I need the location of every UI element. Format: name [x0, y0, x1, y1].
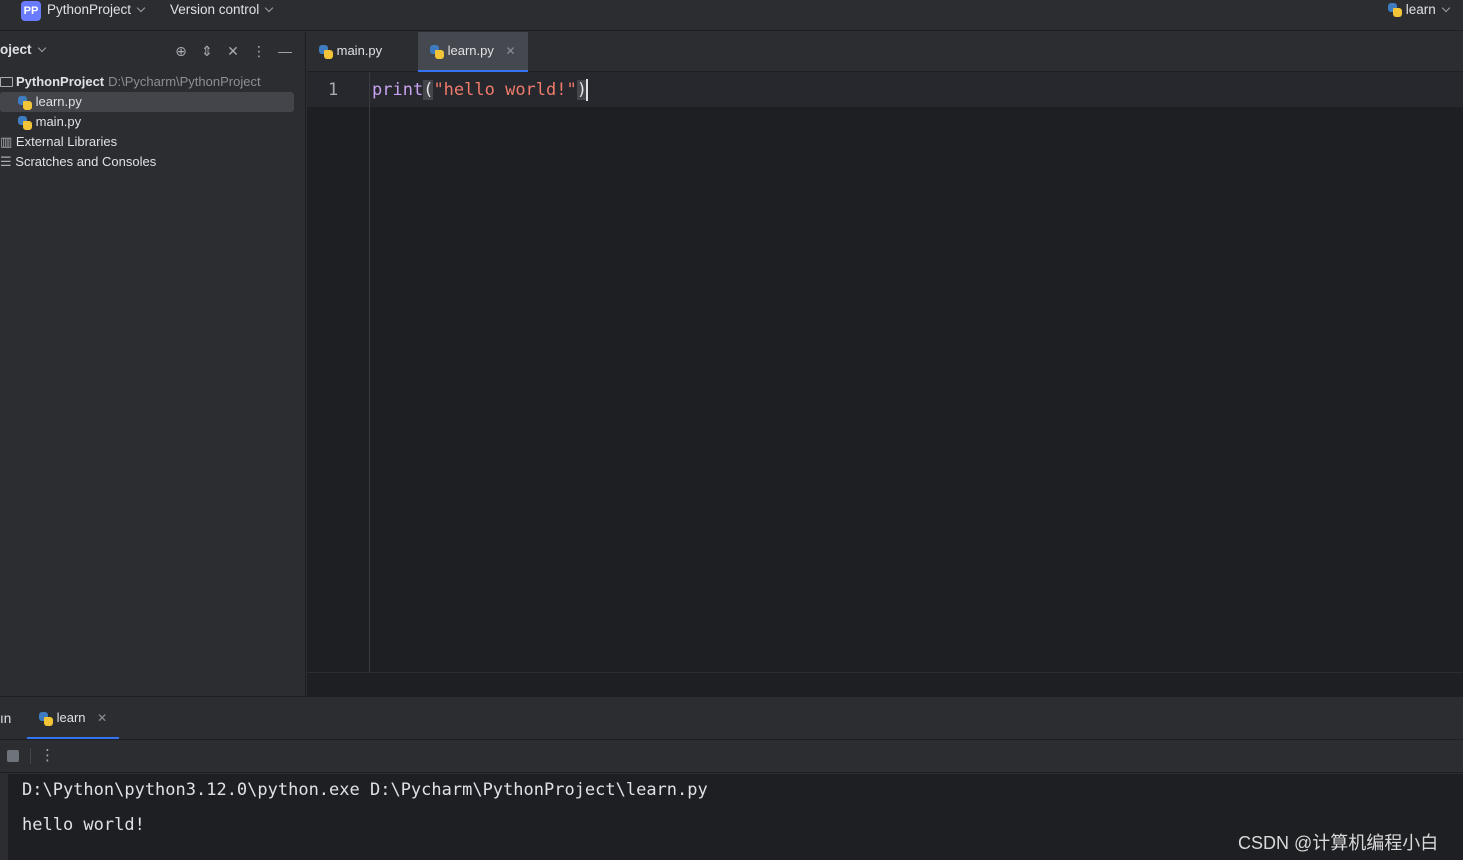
- tree-scratches[interactable]: ☰ Scratches and Consoles: [0, 152, 294, 172]
- project-badge[interactable]: PP: [21, 1, 41, 21]
- project-panel: oject ⊕ ⇕ ✕ ⋮ — PythonProject D:\Pycharm\…: [0, 32, 306, 696]
- run-tab-label: learn: [56, 710, 86, 725]
- run-config-label: learn: [1405, 2, 1436, 17]
- chevron-down-icon: [1441, 3, 1451, 13]
- more-vertical-icon[interactable]: ⋮: [250, 42, 268, 60]
- code-string: "hello world!": [433, 80, 577, 100]
- folder-icon: [0, 76, 13, 87]
- python-file-icon: [18, 115, 32, 130]
- chevron-down-icon: [136, 3, 146, 13]
- project-panel-title[interactable]: oject: [0, 42, 46, 57]
- run-config-selector[interactable]: learn: [1388, 2, 1451, 18]
- python-file-icon: [1388, 3, 1402, 18]
- root-path: D:\Pycharm\PythonProject: [108, 74, 261, 89]
- tree-external-libraries[interactable]: ▥ External Libraries: [0, 132, 294, 152]
- external-libraries-label: External Libraries: [15, 134, 118, 149]
- python-file-icon: [319, 44, 333, 59]
- tab-label: learn.py: [447, 43, 494, 58]
- more-vertical-icon[interactable]: ⋮: [40, 746, 55, 764]
- code-line[interactable]: print("hello world!"): [372, 79, 588, 101]
- project-selector[interactable]: PythonProject: [47, 2, 146, 17]
- code-open-paren: (: [423, 80, 434, 100]
- python-file-icon: [39, 711, 53, 726]
- toolbar-divider: [30, 748, 31, 764]
- tree-root[interactable]: PythonProject D:\Pycharm\PythonProject: [0, 72, 294, 92]
- collapse-icon[interactable]: ✕: [224, 42, 242, 60]
- version-control-menu[interactable]: Version control: [170, 2, 274, 17]
- console-output-line: hello world!: [22, 815, 145, 835]
- text-cursor: [585, 79, 588, 101]
- crosshair-icon[interactable]: ⊕: [172, 42, 190, 60]
- tree-file-main[interactable]: main.py: [0, 112, 294, 132]
- editor-tab-bar: main.py learn.py ✕: [307, 32, 1463, 72]
- scratches-icon: ☰: [0, 154, 12, 169]
- line-number: 1: [328, 80, 339, 100]
- project-name: PythonProject: [47, 2, 132, 17]
- editor-horizontal-scrollbar[interactable]: [307, 672, 1463, 696]
- editor: [307, 32, 1463, 696]
- scratches-label: Scratches and Consoles: [15, 154, 157, 169]
- close-icon[interactable]: ✕: [97, 711, 107, 725]
- stop-icon[interactable]: [7, 750, 19, 762]
- python-file-icon: [18, 95, 32, 110]
- tab-learn-py[interactable]: learn.py ✕: [418, 32, 528, 72]
- tab-label: main.py: [336, 43, 383, 58]
- tab-main-py[interactable]: main.py: [307, 32, 394, 72]
- file-label: main.py: [35, 114, 82, 129]
- run-tab-learn[interactable]: learn ✕: [27, 697, 120, 739]
- chevron-down-icon: [37, 43, 46, 53]
- file-label: learn.py: [35, 94, 82, 109]
- python-file-icon: [430, 44, 444, 59]
- run-panel-label[interactable]: ın: [0, 711, 11, 726]
- library-icon: ▥: [0, 134, 13, 149]
- run-toolbar: ⋮: [0, 739, 1463, 773]
- close-icon[interactable]: ✕: [506, 44, 516, 58]
- watermark: CSDN @计算机编程小白: [1238, 833, 1439, 853]
- console-command-line: D:\Python\python3.12.0\python.exe D:\Pyc…: [22, 780, 708, 800]
- line-gutter: [307, 72, 370, 672]
- chevron-down-icon: [265, 3, 274, 13]
- tree-file-learn[interactable]: learn.py: [0, 92, 294, 112]
- version-control-label: Version control: [170, 2, 260, 17]
- expand-icon[interactable]: ⇕: [198, 42, 216, 60]
- code-function: print: [372, 80, 424, 100]
- root-name: PythonProject: [16, 74, 105, 89]
- minimize-icon[interactable]: —: [276, 42, 294, 60]
